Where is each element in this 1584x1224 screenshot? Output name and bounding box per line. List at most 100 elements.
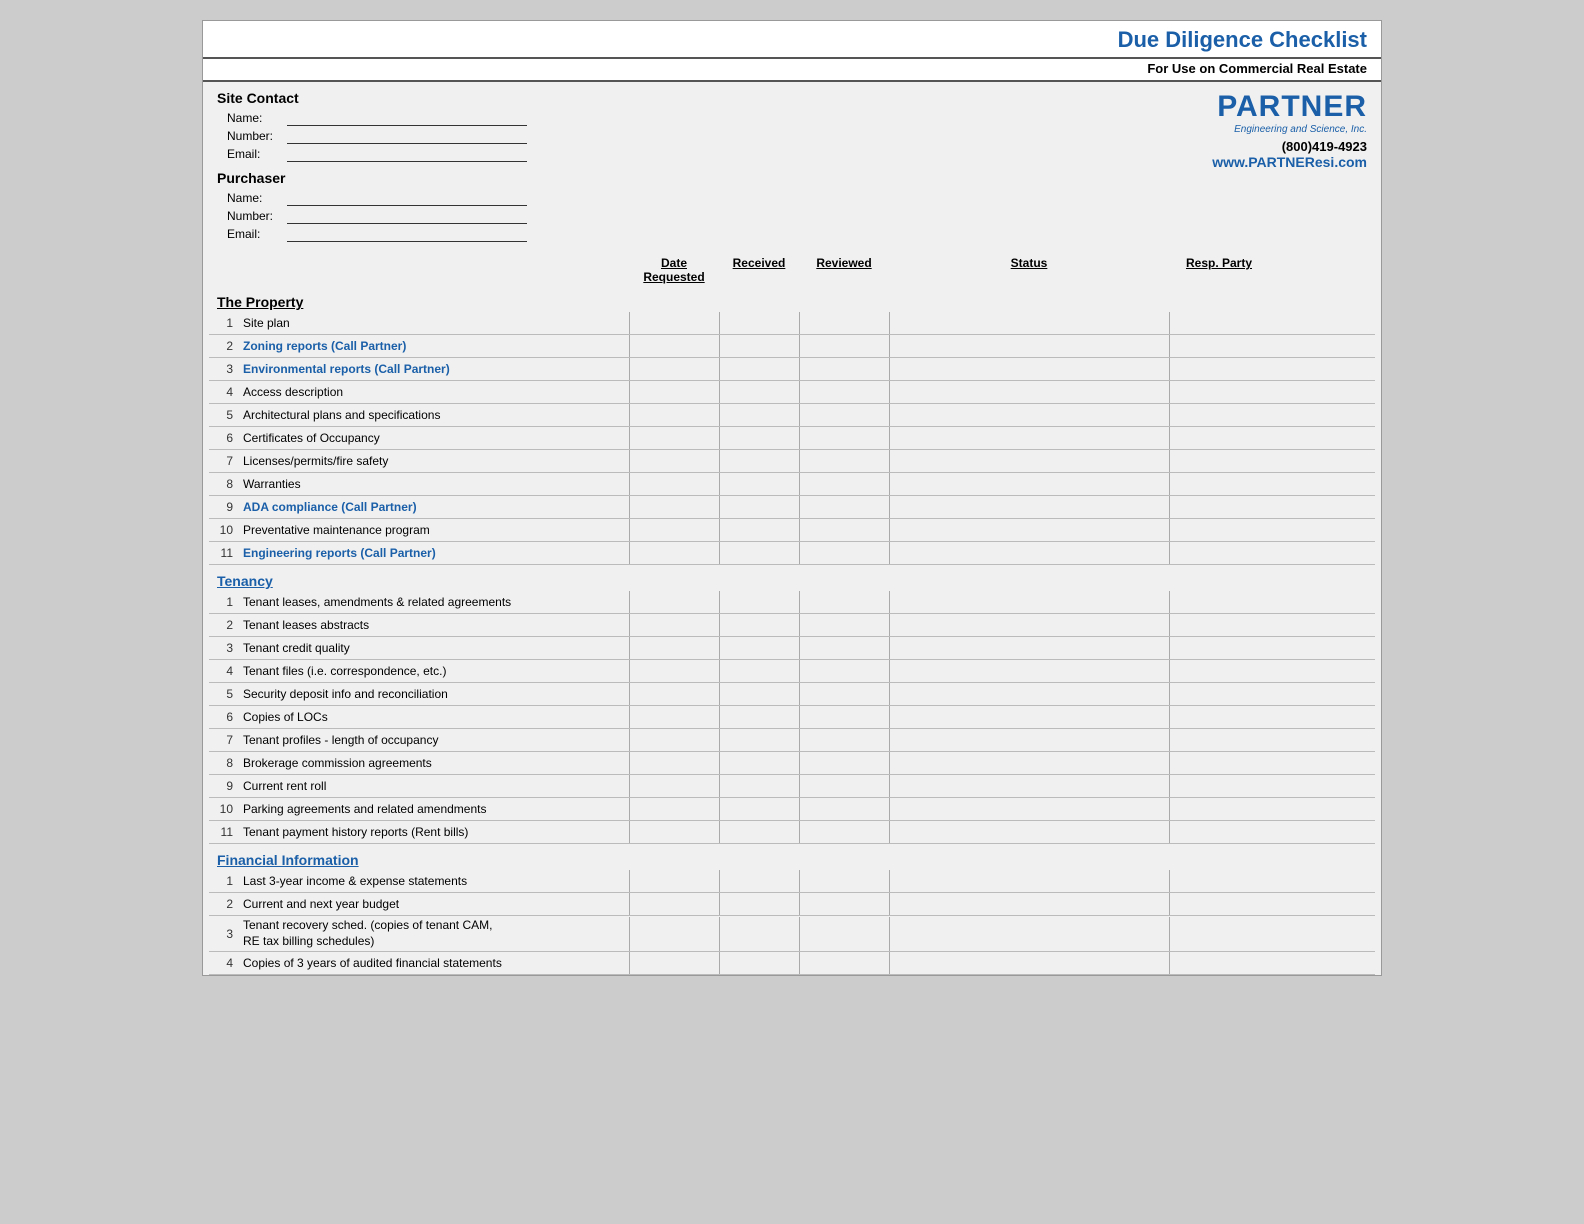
- cell-date[interactable]: [629, 427, 719, 449]
- cell-date[interactable]: [629, 542, 719, 564]
- cell-status[interactable]: [889, 893, 1169, 915]
- cell-status[interactable]: [889, 335, 1169, 357]
- cell-reviewed[interactable]: [799, 542, 889, 564]
- cell-reviewed[interactable]: [799, 821, 889, 843]
- cell-date[interactable]: [629, 312, 719, 334]
- cell-date[interactable]: [629, 358, 719, 380]
- cell-resp-party[interactable]: [1169, 404, 1269, 426]
- cell-status[interactable]: [889, 358, 1169, 380]
- cell-received[interactable]: [719, 893, 799, 915]
- cell-reviewed[interactable]: [799, 637, 889, 659]
- cell-received[interactable]: [719, 917, 799, 951]
- cell-reviewed[interactable]: [799, 660, 889, 682]
- cell-status[interactable]: [889, 775, 1169, 797]
- cell-date[interactable]: [629, 752, 719, 774]
- cell-date[interactable]: [629, 893, 719, 915]
- cell-date[interactable]: [629, 473, 719, 495]
- cell-date[interactable]: [629, 614, 719, 636]
- cell-reviewed[interactable]: [799, 473, 889, 495]
- site-contact-email-input[interactable]: [287, 146, 527, 162]
- cell-status[interactable]: [889, 404, 1169, 426]
- cell-date[interactable]: [629, 683, 719, 705]
- cell-received[interactable]: [719, 821, 799, 843]
- cell-date[interactable]: [629, 335, 719, 357]
- cell-resp-party[interactable]: [1169, 358, 1269, 380]
- cell-resp-party[interactable]: [1169, 798, 1269, 820]
- cell-resp-party[interactable]: [1169, 427, 1269, 449]
- purchaser-name-input[interactable]: [287, 190, 527, 206]
- cell-reviewed[interactable]: [799, 496, 889, 518]
- cell-received[interactable]: [719, 358, 799, 380]
- cell-status[interactable]: [889, 427, 1169, 449]
- cell-resp-party[interactable]: [1169, 312, 1269, 334]
- cell-resp-party[interactable]: [1169, 335, 1269, 357]
- cell-status[interactable]: [889, 752, 1169, 774]
- cell-received[interactable]: [719, 660, 799, 682]
- cell-resp-party[interactable]: [1169, 870, 1269, 892]
- cell-resp-party[interactable]: [1169, 893, 1269, 915]
- cell-received[interactable]: [719, 427, 799, 449]
- cell-resp-party[interactable]: [1169, 473, 1269, 495]
- cell-reviewed[interactable]: [799, 798, 889, 820]
- cell-status[interactable]: [889, 706, 1169, 728]
- cell-received[interactable]: [719, 312, 799, 334]
- cell-reviewed[interactable]: [799, 706, 889, 728]
- cell-resp-party[interactable]: [1169, 729, 1269, 751]
- cell-reviewed[interactable]: [799, 752, 889, 774]
- cell-reviewed[interactable]: [799, 381, 889, 403]
- cell-reviewed[interactable]: [799, 312, 889, 334]
- cell-resp-party[interactable]: [1169, 614, 1269, 636]
- cell-received[interactable]: [719, 637, 799, 659]
- cell-status[interactable]: [889, 683, 1169, 705]
- cell-status[interactable]: [889, 798, 1169, 820]
- cell-status[interactable]: [889, 952, 1169, 974]
- cell-status[interactable]: [889, 660, 1169, 682]
- cell-date[interactable]: [629, 591, 719, 613]
- purchaser-email-input[interactable]: [287, 226, 527, 242]
- cell-reviewed[interactable]: [799, 404, 889, 426]
- cell-received[interactable]: [719, 335, 799, 357]
- cell-resp-party[interactable]: [1169, 660, 1269, 682]
- cell-status[interactable]: [889, 591, 1169, 613]
- cell-date[interactable]: [629, 404, 719, 426]
- cell-resp-party[interactable]: [1169, 752, 1269, 774]
- cell-resp-party[interactable]: [1169, 683, 1269, 705]
- cell-status[interactable]: [889, 519, 1169, 541]
- cell-date[interactable]: [629, 381, 719, 403]
- cell-resp-party[interactable]: [1169, 706, 1269, 728]
- cell-received[interactable]: [719, 542, 799, 564]
- cell-status[interactable]: [889, 381, 1169, 403]
- cell-reviewed[interactable]: [799, 427, 889, 449]
- cell-date[interactable]: [629, 775, 719, 797]
- cell-date[interactable]: [629, 798, 719, 820]
- cell-date[interactable]: [629, 450, 719, 472]
- cell-received[interactable]: [719, 706, 799, 728]
- cell-received[interactable]: [719, 775, 799, 797]
- cell-status[interactable]: [889, 729, 1169, 751]
- cell-reviewed[interactable]: [799, 729, 889, 751]
- cell-received[interactable]: [719, 519, 799, 541]
- cell-date[interactable]: [629, 870, 719, 892]
- cell-resp-party[interactable]: [1169, 821, 1269, 843]
- cell-date[interactable]: [629, 821, 719, 843]
- cell-reviewed[interactable]: [799, 952, 889, 974]
- cell-date[interactable]: [629, 729, 719, 751]
- cell-status[interactable]: [889, 917, 1169, 951]
- cell-date[interactable]: [629, 660, 719, 682]
- cell-received[interactable]: [719, 683, 799, 705]
- cell-reviewed[interactable]: [799, 683, 889, 705]
- cell-date[interactable]: [629, 706, 719, 728]
- cell-received[interactable]: [719, 952, 799, 974]
- cell-status[interactable]: [889, 614, 1169, 636]
- cell-resp-party[interactable]: [1169, 450, 1269, 472]
- cell-received[interactable]: [719, 870, 799, 892]
- cell-resp-party[interactable]: [1169, 952, 1269, 974]
- cell-status[interactable]: [889, 821, 1169, 843]
- cell-reviewed[interactable]: [799, 917, 889, 951]
- cell-reviewed[interactable]: [799, 870, 889, 892]
- cell-received[interactable]: [719, 729, 799, 751]
- cell-received[interactable]: [719, 798, 799, 820]
- cell-status[interactable]: [889, 312, 1169, 334]
- cell-received[interactable]: [719, 496, 799, 518]
- cell-resp-party[interactable]: [1169, 381, 1269, 403]
